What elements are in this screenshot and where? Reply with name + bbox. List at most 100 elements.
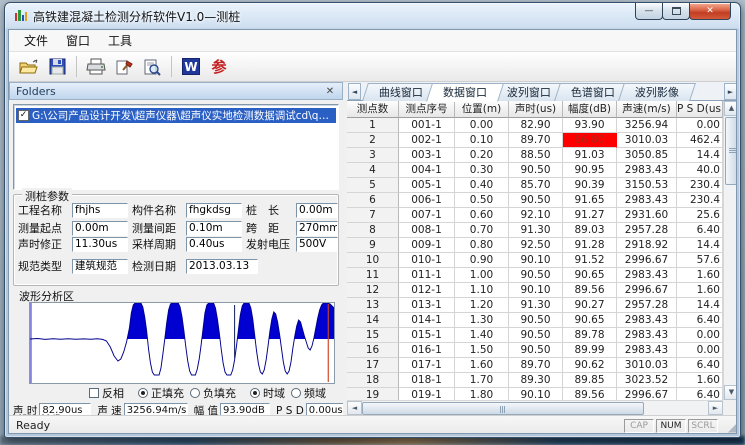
scroll-left-icon[interactable]: ◄ bbox=[347, 401, 362, 415]
freq-domain-radio[interactable] bbox=[291, 388, 301, 398]
table-row[interactable]: 15015-11.4090.5089.782983.430.00 bbox=[347, 328, 723, 343]
tab-scroll-right-button[interactable]: ► bbox=[724, 83, 737, 100]
standard-type-field[interactable]: 建筑规范 bbox=[72, 259, 128, 274]
minimize-button[interactable]: — bbox=[635, 3, 663, 20]
table-row[interactable]: 1001-10.0082.9093.903256.940.00 bbox=[347, 118, 723, 133]
table-cell: 91.27 bbox=[563, 208, 617, 223]
amplitude-value[interactable]: 93.90dB bbox=[220, 403, 270, 415]
parameters-button[interactable]: 参 bbox=[206, 55, 232, 79]
folders-close-icon[interactable]: ✕ bbox=[324, 86, 336, 97]
freq-domain-option[interactable]: 频域 bbox=[291, 385, 326, 401]
horizontal-scrollbar[interactable]: ◄ ► bbox=[347, 400, 723, 415]
time-domain-label: 时域 bbox=[263, 385, 285, 401]
resize-grip[interactable]: ◢ bbox=[728, 420, 737, 434]
voltage-field[interactable]: 500V bbox=[296, 237, 338, 252]
table-header-cell[interactable]: 位置(m) bbox=[455, 101, 509, 118]
time-domain-option[interactable]: 时域 bbox=[250, 385, 285, 401]
table-header-cell[interactable]: 声速(m/s) bbox=[617, 101, 677, 118]
table-row[interactable]: 13013-11.2091.3090.272957.2814.4 bbox=[347, 298, 723, 313]
psd-value[interactable]: 0.00us^2/m bbox=[306, 403, 343, 415]
fill-positive-radio[interactable] bbox=[138, 388, 148, 398]
table-header-cell[interactable]: 声时(us) bbox=[509, 101, 563, 118]
fill-negative-label: 负填充 bbox=[203, 385, 236, 401]
tab-wavetrain-image[interactable]: 波列影像 bbox=[618, 83, 696, 101]
time-domain-radio[interactable] bbox=[250, 388, 260, 398]
fill-negative-radio[interactable] bbox=[190, 388, 200, 398]
table-cell: 91.52 bbox=[563, 253, 617, 268]
invert-checkbox[interactable] bbox=[89, 388, 99, 398]
export-tool-button[interactable] bbox=[111, 55, 137, 79]
table-row[interactable]: 3003-10.2088.5091.033050.8514.4 bbox=[347, 148, 723, 163]
sample-period-field[interactable]: 0.40us bbox=[186, 237, 242, 252]
table-cell: 89.56 bbox=[563, 283, 617, 298]
table-row[interactable]: 12012-11.1090.1089.562996.671.60 bbox=[347, 283, 723, 298]
print-preview-button[interactable] bbox=[139, 55, 165, 79]
menu-tools[interactable]: 工具 bbox=[99, 30, 141, 51]
folder-list[interactable]: ✓ G:\公司产品设计开发\超声仪器\超声仪实地检测数据调试cd\qd03\qd… bbox=[13, 104, 339, 190]
table-row[interactable]: 5005-10.4085.7090.393150.53230.4 bbox=[347, 178, 723, 193]
save-button[interactable] bbox=[44, 55, 70, 79]
table-row[interactable]: 4004-10.3090.5090.952983.4340.0 bbox=[347, 163, 723, 178]
table-row[interactable]: 9009-10.8092.5091.282918.9214.4 bbox=[347, 238, 723, 253]
scroll-up-icon[interactable]: ▲ bbox=[724, 101, 737, 116]
table-row[interactable]: 11011-11.0090.5090.652983.431.60 bbox=[347, 268, 723, 283]
pile-length-field[interactable]: 0.00m bbox=[296, 203, 338, 218]
table-row[interactable]: 16016-11.5090.5089.992983.430.00 bbox=[347, 343, 723, 358]
waveform-plot[interactable] bbox=[29, 302, 335, 384]
folder-path: G:\公司产品设计开发\超声仪器\超声仪实地检测数据调试cd\qd03\qd03… bbox=[32, 108, 334, 123]
table-header-cell[interactable]: 测点数 bbox=[347, 101, 399, 118]
table-row[interactable]: 14014-11.3090.5090.652983.436.40 bbox=[347, 313, 723, 328]
table-row[interactable]: 7007-10.6092.1091.272931.6025.6 bbox=[347, 208, 723, 223]
vertical-scroll-thumb[interactable] bbox=[725, 117, 737, 185]
table-cell: 012-1 bbox=[399, 283, 455, 298]
table-row[interactable]: 18018-11.7089.3089.853023.521.60 bbox=[347, 373, 723, 388]
table-header-cell[interactable]: 测点序号 bbox=[399, 101, 455, 118]
close-button[interactable]: ✕ bbox=[689, 3, 731, 20]
open-button[interactable] bbox=[16, 55, 42, 79]
table-cell: 85.70 bbox=[509, 178, 563, 193]
table-cell: 0.70 bbox=[455, 223, 509, 238]
print-button[interactable] bbox=[83, 55, 109, 79]
tab-bar: ◄ 曲线窗口 数据窗口 波列窗口 色谱窗口 波列影像 ► bbox=[347, 82, 737, 101]
span-field[interactable]: 270mm bbox=[296, 221, 338, 236]
fill-positive-option[interactable]: 正填充 bbox=[138, 385, 184, 401]
num-lock-indicator: NUM bbox=[656, 419, 686, 433]
left-panel: Folders ✕ ✓ G:\公司产品设计开发\超声仪器\超声仪实地检测数据调试… bbox=[9, 82, 343, 415]
measure-interval-field[interactable]: 0.10m bbox=[186, 221, 242, 236]
table-row[interactable]: 2002-10.1089.7086.803010.03462.4 bbox=[347, 133, 723, 148]
menu-window[interactable]: 窗口 bbox=[57, 30, 99, 51]
tab-data-window[interactable]: 数据窗口 bbox=[426, 83, 504, 102]
tab-scroll-left-button[interactable]: ◄ bbox=[348, 83, 361, 100]
table-row[interactable]: 6006-10.5090.5091.652983.43230.4 bbox=[347, 193, 723, 208]
sound-time-correction-field[interactable]: 11.30us bbox=[72, 237, 128, 252]
sound-velocity-value[interactable]: 3256.94m/s bbox=[124, 403, 188, 415]
table-header-cell[interactable]: P S D(us bbox=[677, 101, 723, 118]
folder-item[interactable]: ✓ G:\公司产品设计开发\超声仪器\超声仪实地检测数据调试cd\qd03\qd… bbox=[16, 108, 336, 123]
table-cell: 008-1 bbox=[399, 223, 455, 238]
table-row[interactable]: 8008-10.7091.3089.032957.286.40 bbox=[347, 223, 723, 238]
menu-file[interactable]: 文件 bbox=[15, 30, 57, 51]
title-bar[interactable]: 高铁建混凝土检测分析软件V1.0—测桩 bbox=[5, 3, 740, 29]
table-cell: 14.4 bbox=[677, 238, 723, 253]
table-cell: 1.20 bbox=[455, 298, 509, 313]
table-cell: 1.60 bbox=[677, 283, 723, 298]
detect-date-field[interactable]: 2013.03.13 bbox=[186, 259, 258, 274]
table-cell: 16 bbox=[347, 343, 399, 358]
horizontal-scroll-thumb[interactable] bbox=[362, 402, 644, 415]
table-row[interactable]: 10010-10.9090.1091.522996.6757.6 bbox=[347, 253, 723, 268]
table-cell: 6 bbox=[347, 193, 399, 208]
table-row[interactable]: 17017-11.6089.7090.623010.036.40 bbox=[347, 358, 723, 373]
fill-negative-option[interactable]: 负填充 bbox=[190, 385, 236, 401]
vertical-scrollbar[interactable]: ▲ ▼ bbox=[723, 101, 737, 400]
invert-option[interactable]: 反相 bbox=[89, 385, 124, 401]
table-header-cell[interactable]: 幅度(dB) bbox=[563, 101, 617, 118]
maximize-button[interactable] bbox=[662, 3, 690, 20]
component-name-field[interactable]: fhgkdsg bbox=[186, 203, 242, 218]
project-name-field[interactable]: fhjhs bbox=[72, 203, 128, 218]
folder-checkbox[interactable]: ✓ bbox=[18, 110, 29, 121]
scroll-down-icon[interactable]: ▼ bbox=[724, 385, 737, 400]
table-row[interactable]: 19019-11.8090.1089.562996.676.40 bbox=[347, 388, 723, 400]
scroll-right-icon[interactable]: ► bbox=[708, 401, 723, 415]
word-export-button[interactable]: W bbox=[178, 55, 204, 79]
measure-start-field[interactable]: 0.00m bbox=[72, 221, 128, 236]
